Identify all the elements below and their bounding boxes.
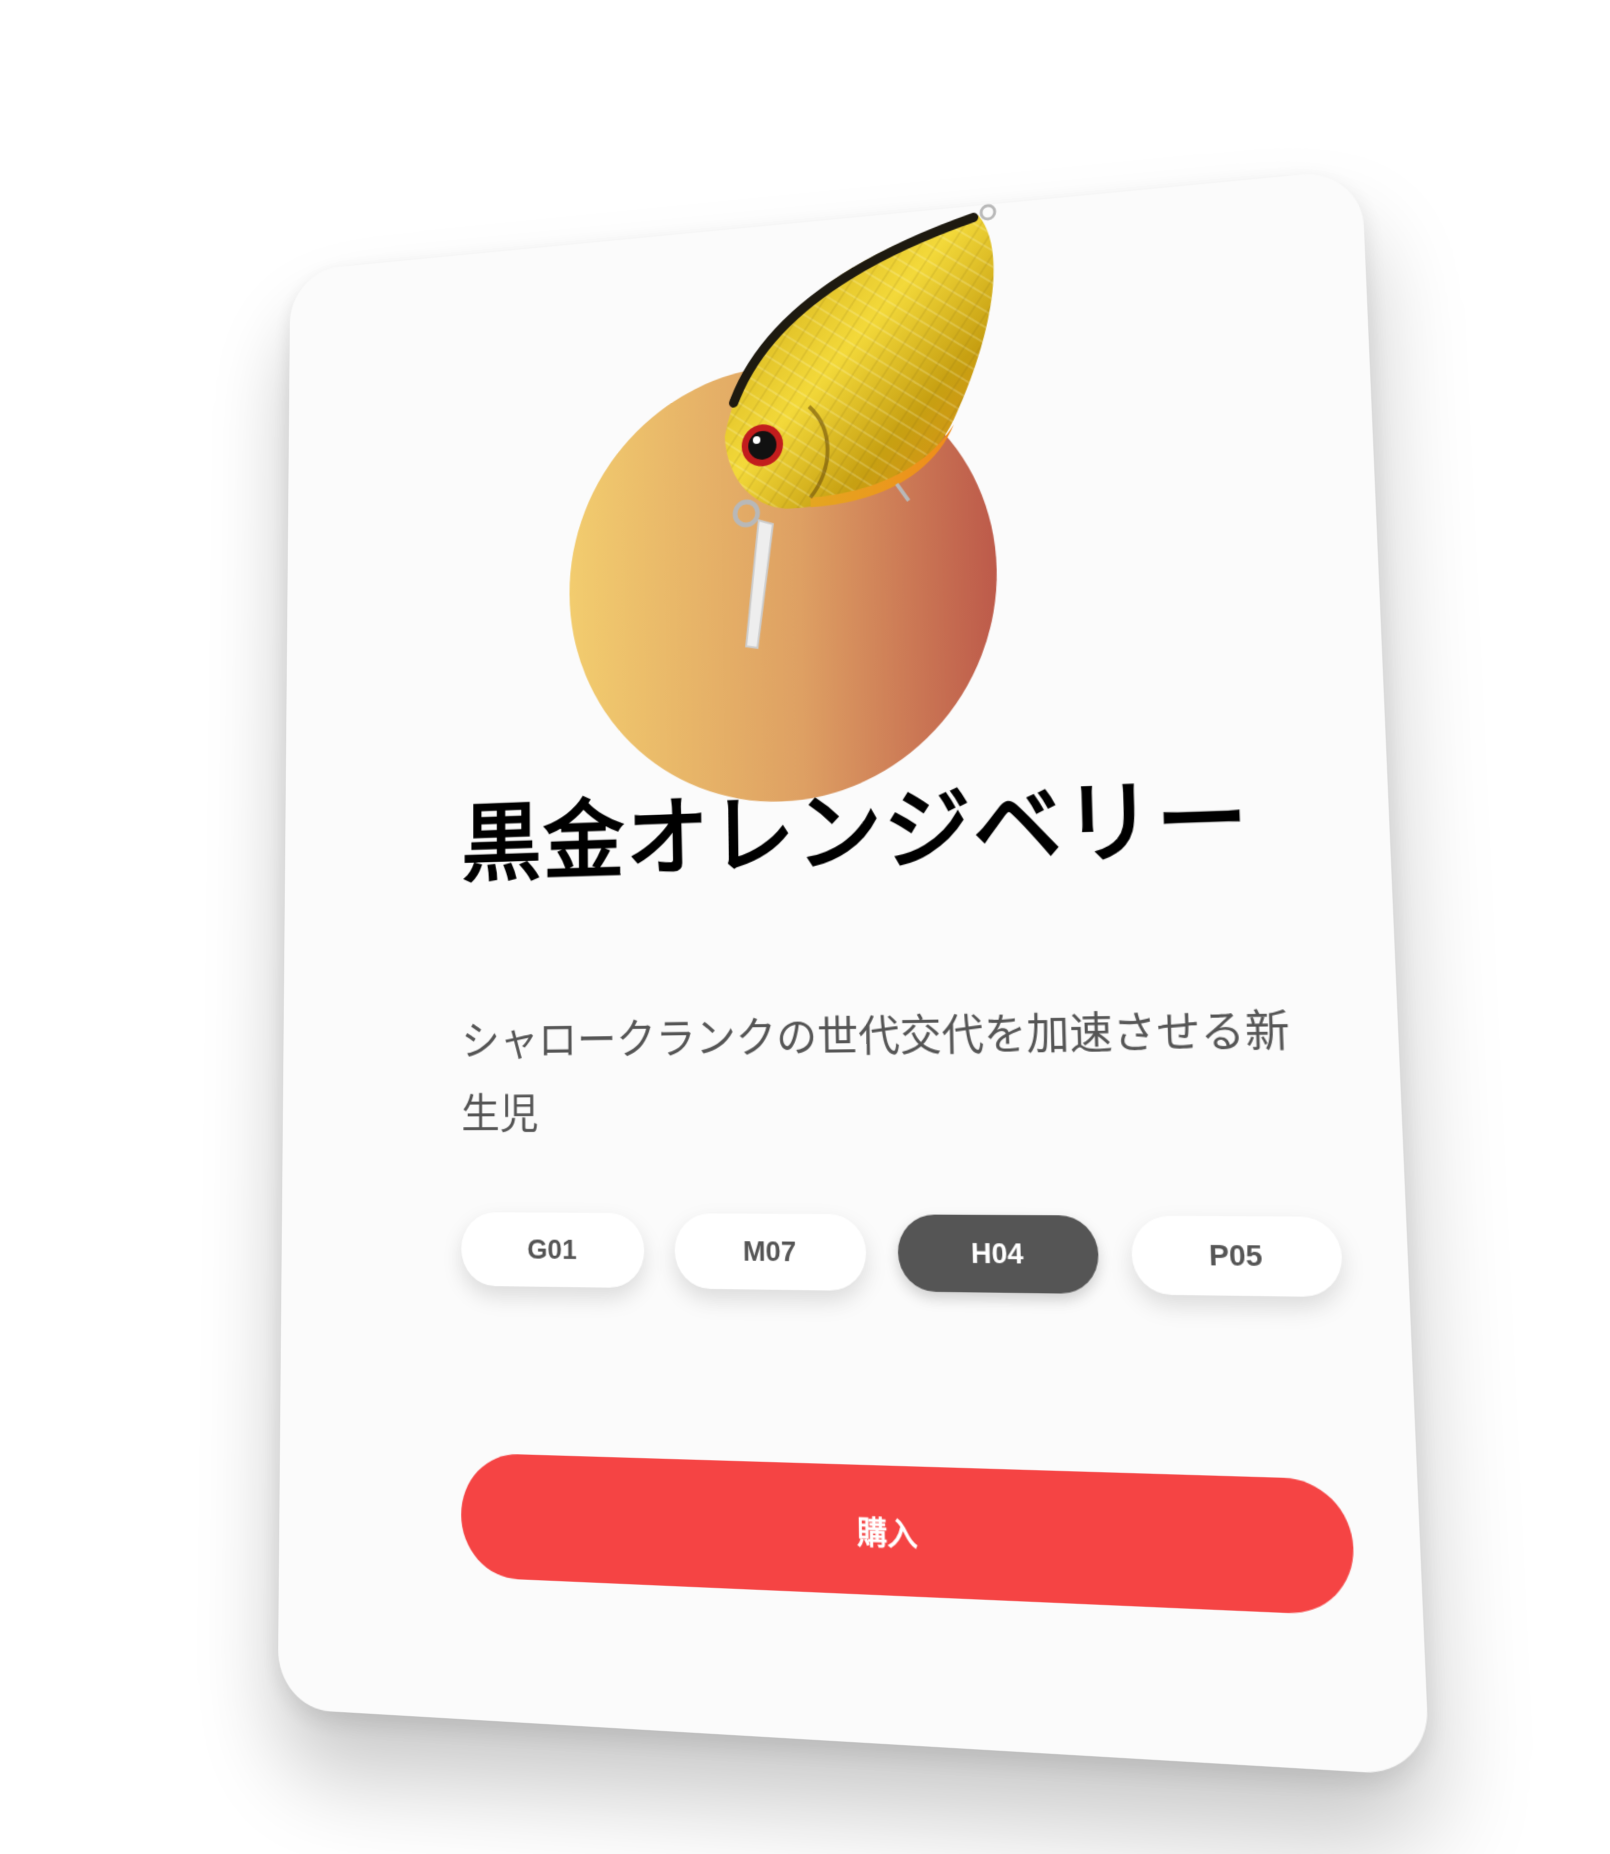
page-stage: 黒金オレンジベリー シャロークランクの世代交代を加速させる新生児 G01 M07… [0,0,1610,1854]
variant-chip-h04[interactable]: H04 [897,1214,1100,1295]
product-visual [568,227,1073,810]
product-card: 黒金オレンジベリー シャロークランクの世代交代を加速させる新生児 G01 M07… [277,168,1430,1777]
crankbait-lure-image [667,172,1040,698]
variant-selector: G01 M07 H04 P05 [461,1212,1344,1298]
variant-chip-m07[interactable]: M07 [674,1213,867,1291]
product-description: シャロークランクの世代交代を加速させる新生児 [461,1005,1291,1138]
variant-chip-p05[interactable]: P05 [1130,1215,1344,1298]
variant-chip-g01[interactable]: G01 [461,1212,645,1289]
buy-button[interactable]: 購入 [461,1452,1357,1617]
